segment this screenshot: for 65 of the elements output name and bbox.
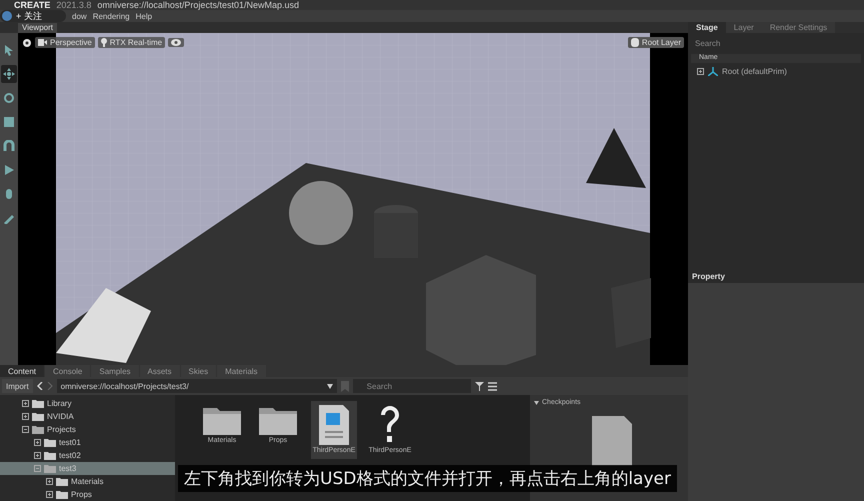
collapse-icon xyxy=(22,426,29,433)
open-folder-icon xyxy=(32,425,44,434)
folder-icon xyxy=(44,451,56,460)
eye-icon xyxy=(171,39,182,46)
axes-icon xyxy=(708,67,718,76)
import-button[interactable]: Import xyxy=(2,379,33,393)
expand-icon xyxy=(697,68,704,75)
tree-item[interactable]: Materials xyxy=(0,475,175,488)
panel-tab[interactable]: Content xyxy=(0,365,44,377)
expand-icon xyxy=(22,413,29,420)
tree-item[interactable]: Props xyxy=(0,488,175,501)
expand-icon xyxy=(46,491,53,498)
path-field[interactable]: omniverse://localhost/Projects/test3/ xyxy=(56,379,337,393)
tree-item[interactable]: Library xyxy=(0,397,175,410)
expand-icon xyxy=(46,478,53,485)
panel-tab[interactable]: Samples xyxy=(91,365,139,377)
visibility-button[interactable] xyxy=(168,38,184,47)
viewport-tab[interactable]: Viewport xyxy=(18,23,57,33)
panel-tab[interactable]: Materials xyxy=(217,365,266,377)
usd-file-icon xyxy=(319,405,349,445)
app-version: 2021.3.8 xyxy=(56,0,92,10)
menu-item[interactable]: dow xyxy=(72,12,87,20)
root-layer-button[interactable]: Root Layer xyxy=(628,37,684,48)
tree-item[interactable]: test02 xyxy=(0,449,175,462)
expand-icon xyxy=(34,439,41,446)
folder-icon xyxy=(44,438,56,447)
filter-icon[interactable] xyxy=(474,382,484,390)
collapse-icon xyxy=(534,400,539,404)
folder-icon xyxy=(56,477,68,486)
menu-item[interactable]: Help xyxy=(136,12,152,20)
app-name: CREATE xyxy=(14,0,50,10)
camera-icon xyxy=(38,39,47,46)
tree-item[interactable]: test01 xyxy=(0,436,175,449)
move-tool-icon[interactable] xyxy=(1,65,17,83)
dropdown-icon xyxy=(326,384,333,388)
folder-icon xyxy=(32,399,44,408)
follow-button[interactable]: + 关注 xyxy=(16,10,42,22)
folder-icon xyxy=(56,490,68,499)
camera-button[interactable]: Perspective xyxy=(35,37,95,48)
back-icon[interactable] xyxy=(36,382,43,390)
settings-icon[interactable] xyxy=(22,38,32,48)
list-view-icon[interactable] xyxy=(488,382,497,390)
renderer-button[interactable]: RTX Real-time xyxy=(98,37,166,48)
panel-tab[interactable]: Assets xyxy=(140,365,180,377)
folder-icon xyxy=(203,405,241,435)
stage-tab[interactable]: Stage xyxy=(688,22,726,33)
avatar xyxy=(2,11,12,21)
prim-row[interactable]: Root (defaultPrim) xyxy=(691,67,861,76)
folder-icon xyxy=(32,412,44,421)
question-mark-icon xyxy=(378,405,402,445)
tree-item[interactable]: NVIDIA xyxy=(0,410,175,423)
panel-tab[interactable]: Skies xyxy=(180,365,216,377)
open-folder-icon xyxy=(44,464,56,473)
menu-item[interactable]: Rendering xyxy=(92,12,130,20)
panel-tab[interactable]: Console xyxy=(45,365,90,377)
expand-icon xyxy=(34,452,41,459)
tree-item[interactable]: Projects xyxy=(0,423,175,436)
document-icon xyxy=(592,416,632,466)
subtitle: 左下角找到你转为USD格式的文件并打开，再点击右上角的layer xyxy=(178,465,677,492)
search-field[interactable]: Search xyxy=(352,379,471,393)
folder-icon xyxy=(259,405,297,435)
expand-icon xyxy=(22,400,29,407)
file-path: omniverse://localhost/Projects/test01/NewMap.usd xyxy=(97,0,299,10)
collapse-icon xyxy=(34,465,41,472)
bulb-icon xyxy=(100,38,107,47)
